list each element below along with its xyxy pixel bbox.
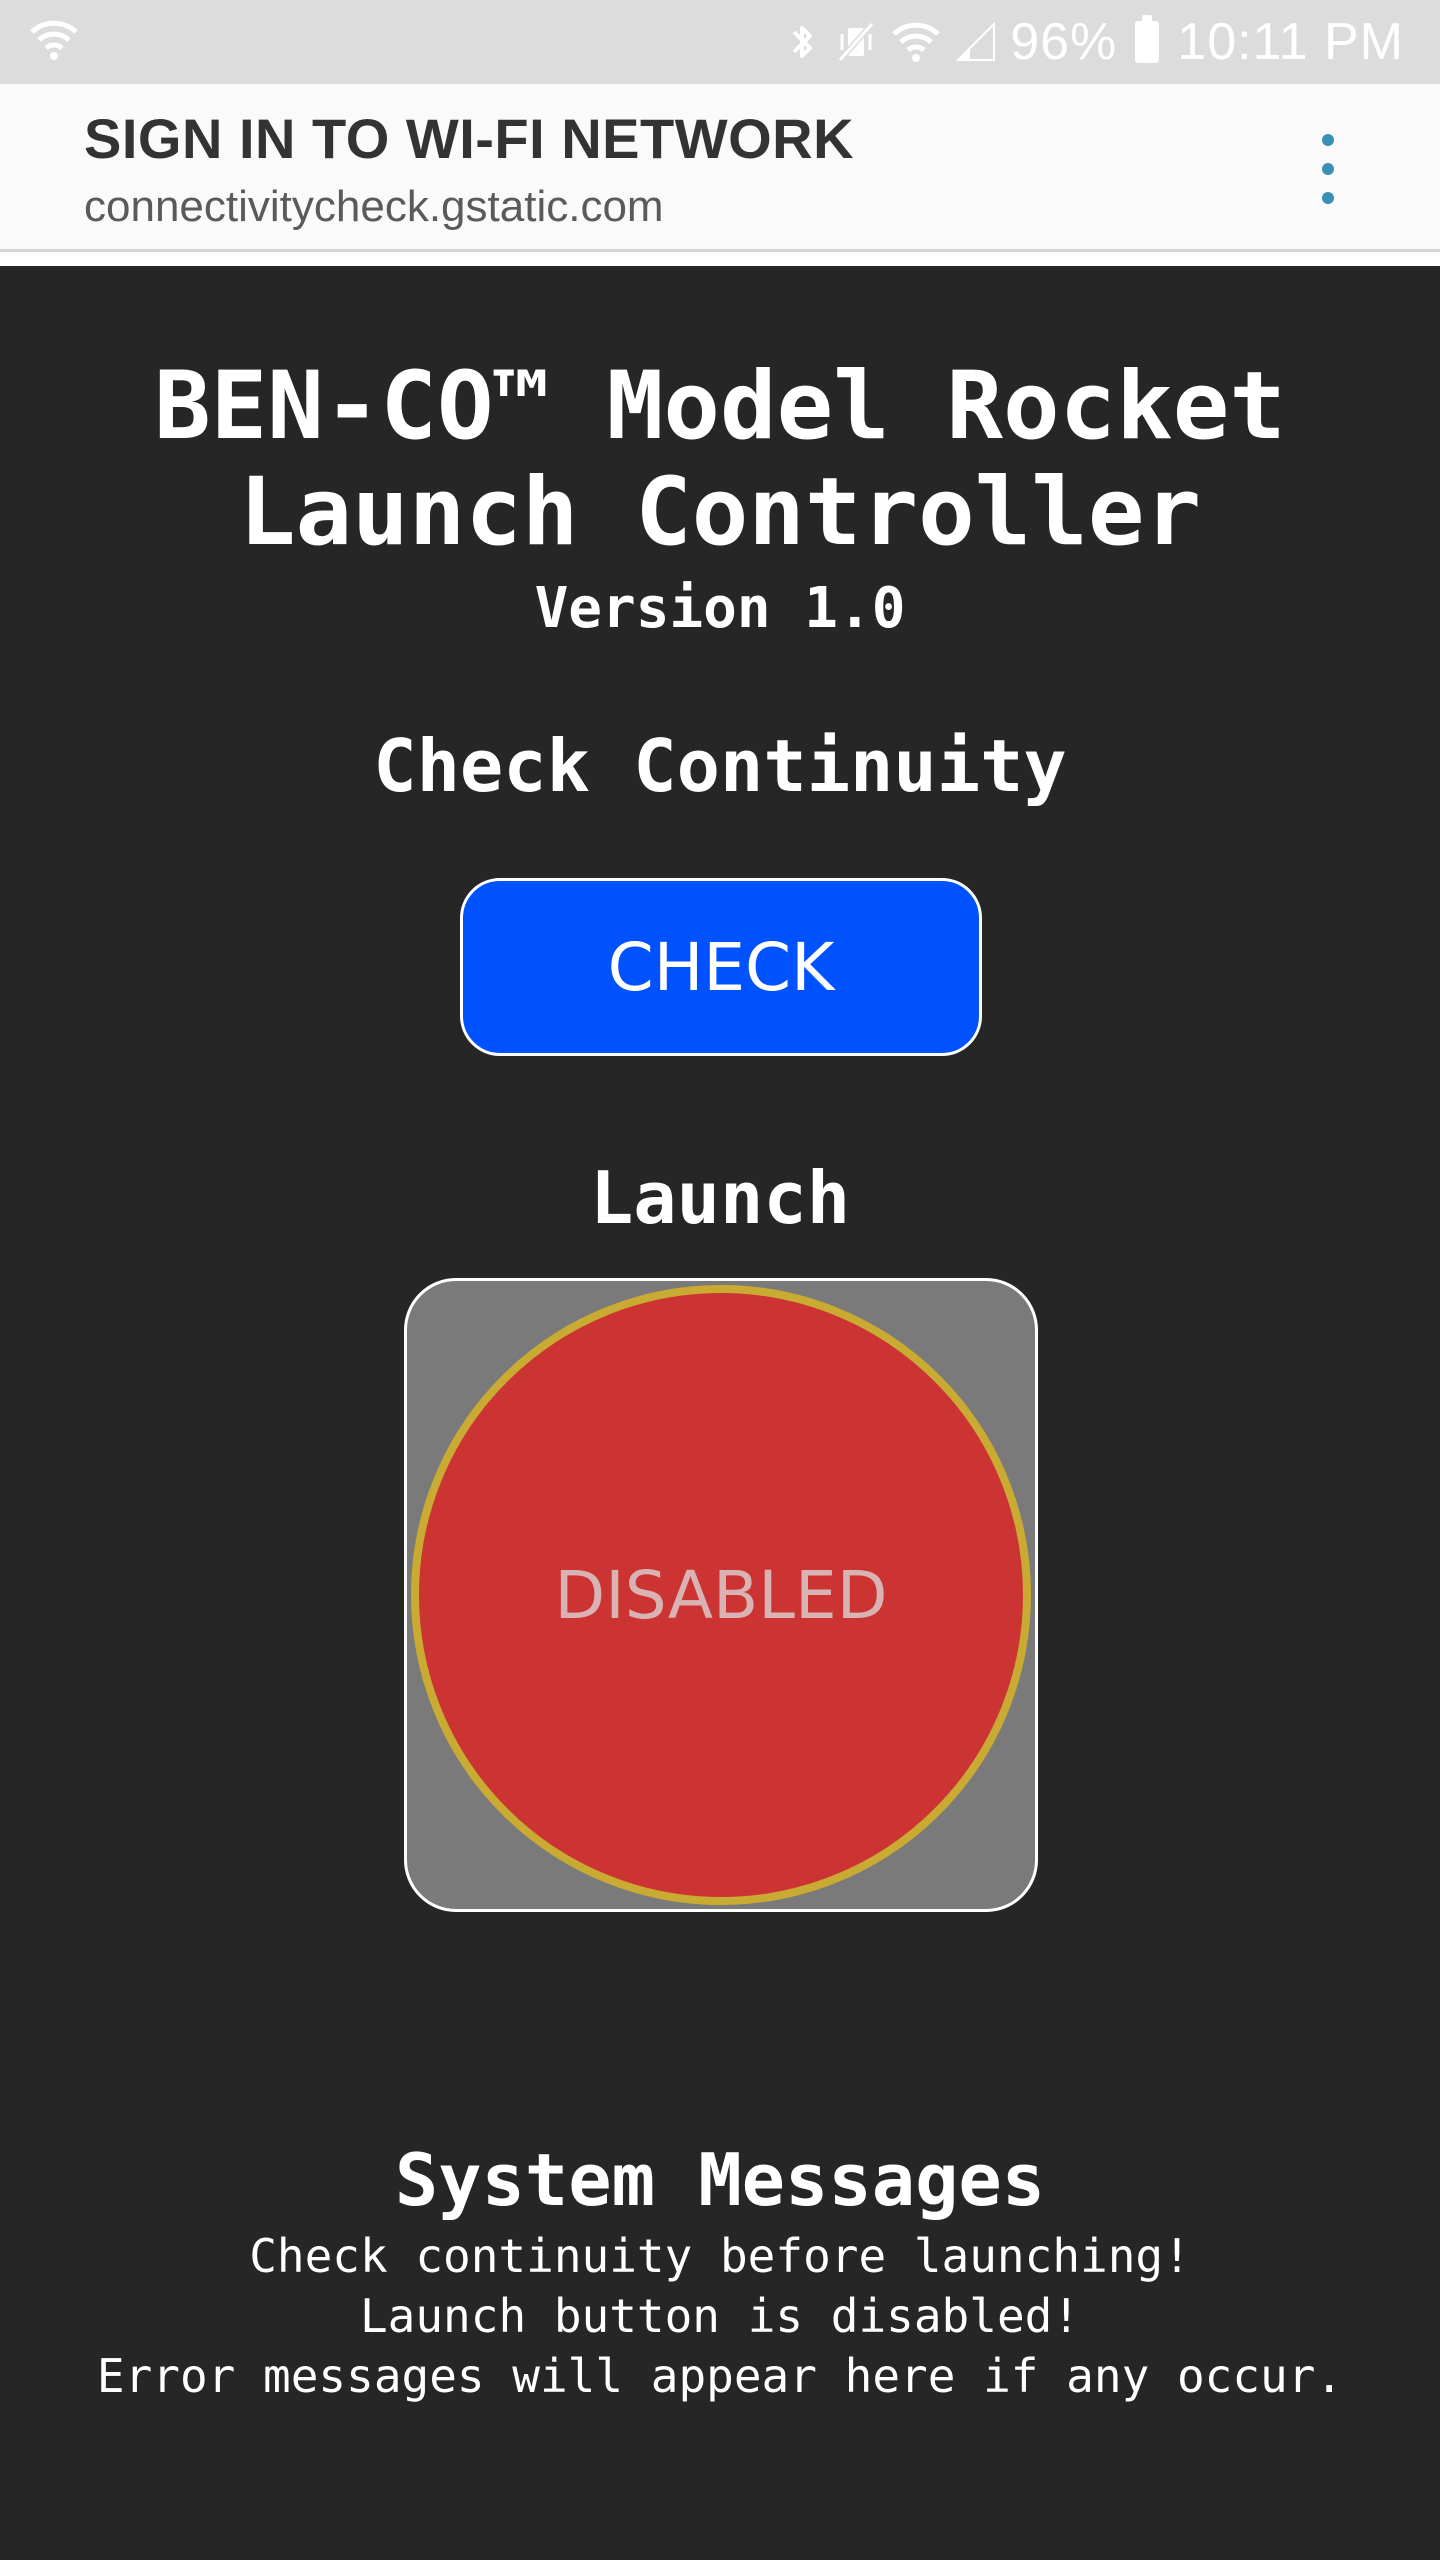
title-line-1: BEN-CO™ Model Rocket — [154, 352, 1286, 461]
bluetooth-icon — [792, 26, 813, 58]
menu-dot — [1322, 163, 1334, 175]
wifi-question-icon — [30, 20, 78, 60]
message-line: Launch button is disabled! — [359, 2289, 1081, 2343]
clock: 10:11 PM — [1177, 13, 1404, 71]
launch-controller-page: BEN-CO™ Model Rocket Launch Controller V… — [0, 266, 1440, 2560]
message-line: Error messages will appear here if any o… — [96, 2349, 1344, 2403]
overflow-menu-icon[interactable] — [1316, 134, 1340, 204]
portal-url: connectivitycheck.gstatic.com — [84, 182, 664, 231]
launch-button[interactable]: DISABLED — [411, 1285, 1031, 1905]
page-title: BEN-CO™ Model Rocket Launch Controller — [0, 354, 1440, 566]
version-label: Version 1.0 — [534, 576, 906, 641]
system-messages: Check continuity before launching! Launc… — [0, 2226, 1440, 2406]
vibrate-mute-icon — [837, 22, 875, 62]
battery-icon — [1135, 15, 1160, 63]
system-messages-heading: System Messages — [394, 2138, 1046, 2222]
check-button[interactable]: CHECK — [460, 878, 982, 1056]
battery-percent: 96% — [1010, 13, 1118, 71]
portal-title: SIGN IN TO WI-FI NETWORK — [84, 107, 855, 170]
menu-dot — [1322, 134, 1334, 146]
portal-header: SIGN IN TO WI-FI NETWORK connectivityche… — [0, 84, 1440, 252]
header-separator — [0, 252, 1440, 266]
status-bar: 96% 10:11 PM — [0, 0, 1440, 84]
check-continuity-heading: Check Continuity — [373, 724, 1067, 808]
launch-heading: Launch — [589, 1156, 851, 1240]
message-line: Check continuity before launching! — [249, 2229, 1191, 2283]
wifi-icon — [892, 22, 940, 62]
title-line-2: Launch Controller — [238, 458, 1202, 567]
menu-dot — [1322, 192, 1334, 204]
signal-icon — [956, 21, 996, 61]
launch-button-frame: DISABLED — [404, 1278, 1038, 1912]
